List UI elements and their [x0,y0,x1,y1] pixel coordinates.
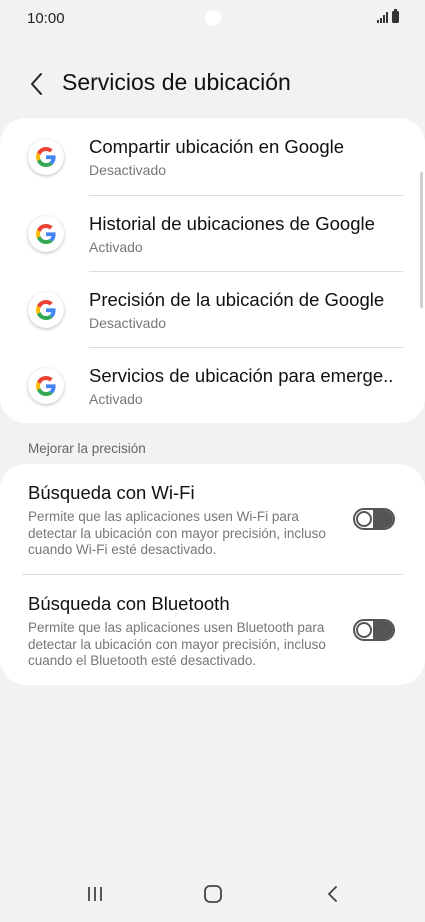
list-item-compartir-ubicacion[interactable]: Compartir ubicación en Google Desactivad… [0,118,425,194]
list-item-title: Búsqueda con Bluetooth [28,593,230,614]
toggle-track [373,621,393,639]
chevron-left-icon [31,73,42,95]
google-g-icon [28,292,64,328]
list-item-title: Precisión de la ubicación de Google [89,289,385,310]
home-button[interactable] [193,874,233,914]
list-item-description: Permite que las aplicaciones usen Blueto… [28,620,326,668]
list-item-status: Desactivado [89,162,167,178]
section-header: Mejorar la precisión [28,441,146,456]
recents-button[interactable] [75,874,115,914]
back-button[interactable] [22,68,50,100]
list-item-title: Historial de ubicaciones de Google [89,213,375,234]
google-services-card: Compartir ubicación en Google Desactivad… [0,118,425,423]
list-item-precision-ubicacion[interactable]: Precisión de la ubicación de Google Desa… [0,271,425,347]
recents-icon [88,887,102,901]
google-g-icon [28,368,64,404]
list-item-wifi-scanning[interactable]: Búsqueda con Wi-Fi Permite que las aplic… [0,464,425,574]
bluetooth-scanning-toggle[interactable] [353,619,395,641]
back-icon [328,886,337,902]
scrollbar[interactable] [420,172,423,308]
camera-cutout [205,10,221,26]
page-title: Servicios de ubicación [62,69,291,95]
home-icon [204,885,222,903]
list-item-status: Desactivado [89,315,167,331]
list-item-title: Servicios de ubicación para emerge.. [89,365,394,386]
nav-back-button[interactable] [313,874,353,914]
signal-icon [377,12,388,23]
toggle-knob [356,511,372,527]
status-time: 10:00 [27,10,65,27]
list-item-historial-ubicaciones[interactable]: Historial de ubicaciones de Google Activ… [0,195,425,271]
list-item-bluetooth-scanning[interactable]: Búsqueda con Bluetooth Permite que las a… [0,575,425,685]
wifi-scanning-toggle[interactable] [353,508,395,530]
list-item-status: Activado [89,391,143,407]
battery-icon [392,9,399,23]
google-g-icon [28,216,64,252]
app-header: Servicios de ubicación [0,60,425,108]
improve-accuracy-card: Búsqueda con Wi-Fi Permite que las aplic… [0,464,425,685]
list-item-description: Permite que las aplicaciones usen Wi-Fi … [28,509,326,557]
list-item-title: Búsqueda con Wi-Fi [28,482,195,503]
google-g-icon [28,139,64,175]
list-item-servicios-emergencia[interactable]: Servicios de ubicación para emerge.. Act… [0,347,425,423]
list-item-title: Compartir ubicación en Google [89,136,345,157]
status-icons [377,9,399,23]
toggle-track [373,510,393,528]
list-item-status: Activado [89,239,143,255]
toggle-knob [356,622,372,638]
navigation-bar [0,862,425,922]
status-bar: 10:00 [0,0,425,36]
